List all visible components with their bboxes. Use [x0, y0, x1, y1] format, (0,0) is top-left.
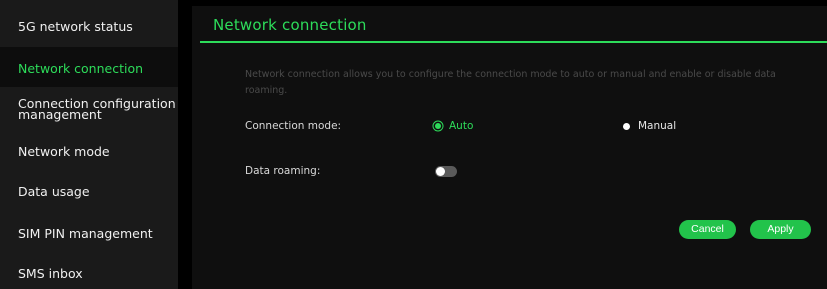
apply-button[interactable]: Apply [750, 220, 811, 239]
radio-unselected-icon [623, 122, 630, 130]
connection-mode-label: Connection mode: [245, 120, 342, 132]
sidebar-item-label: Network connection [18, 61, 144, 76]
toggle-knob [436, 167, 445, 176]
sidebar-item-label: Connection configuration management [18, 96, 176, 122]
radio-selected-icon [435, 123, 441, 129]
connection-mode-manual-radio[interactable]: Manual [623, 120, 676, 132]
cancel-button[interactable]: Cancel [679, 220, 736, 239]
sidebar-item-label: Data usage [18, 184, 90, 199]
sidebar-item-network-mode[interactable]: Network mode [0, 145, 178, 159]
sidebar-item-label: SMS inbox [18, 266, 83, 281]
sidebar-item-label: SIM PIN management [18, 226, 153, 241]
radio-label-manual: Manual [638, 120, 677, 132]
sidebar-item-connection-configuration-management[interactable]: Connection configuration management [0, 96, 178, 126]
radio-label-auto: Auto [449, 120, 474, 132]
connection-mode-auto-radio[interactable]: Auto [435, 120, 473, 132]
app-root: 5G network status Network connection Con… [0, 0, 827, 289]
sidebar: 5G network status Network connection Con… [0, 0, 178, 289]
sidebar-item-label: Network mode [18, 144, 110, 159]
page-title: Network connection [213, 16, 367, 34]
main-panel: Network connection Network connection al… [192, 6, 827, 289]
data-roaming-label: Data roaming: [245, 165, 321, 177]
sidebar-item-data-usage[interactable]: Data usage [0, 185, 178, 199]
sidebar-item-sms-inbox[interactable]: SMS inbox [0, 267, 178, 281]
title-divider [200, 41, 827, 43]
page-description: Network connection allows you to configu… [245, 69, 776, 96]
sidebar-item-sim-pin-management[interactable]: SIM PIN management [0, 227, 178, 241]
sidebar-item-label: 5G network status [18, 19, 133, 34]
sidebar-item-5g-network-status[interactable]: 5G network status [0, 20, 178, 34]
sidebar-item-network-connection[interactable]: Network connection [0, 47, 178, 87]
data-roaming-toggle[interactable] [435, 166, 457, 177]
